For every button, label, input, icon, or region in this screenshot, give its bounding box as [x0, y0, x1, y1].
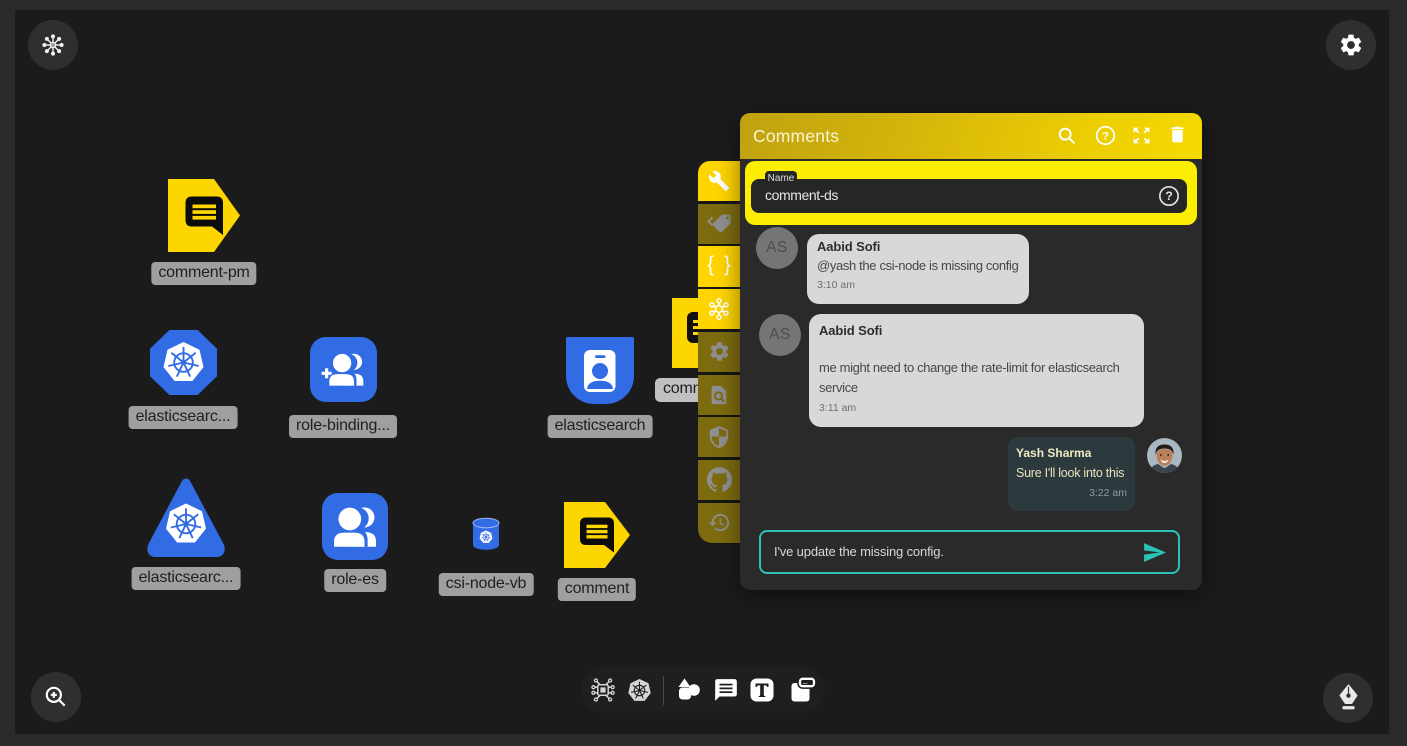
svg-text:?: ?	[1102, 130, 1109, 142]
svg-text:?: ?	[1165, 189, 1173, 203]
